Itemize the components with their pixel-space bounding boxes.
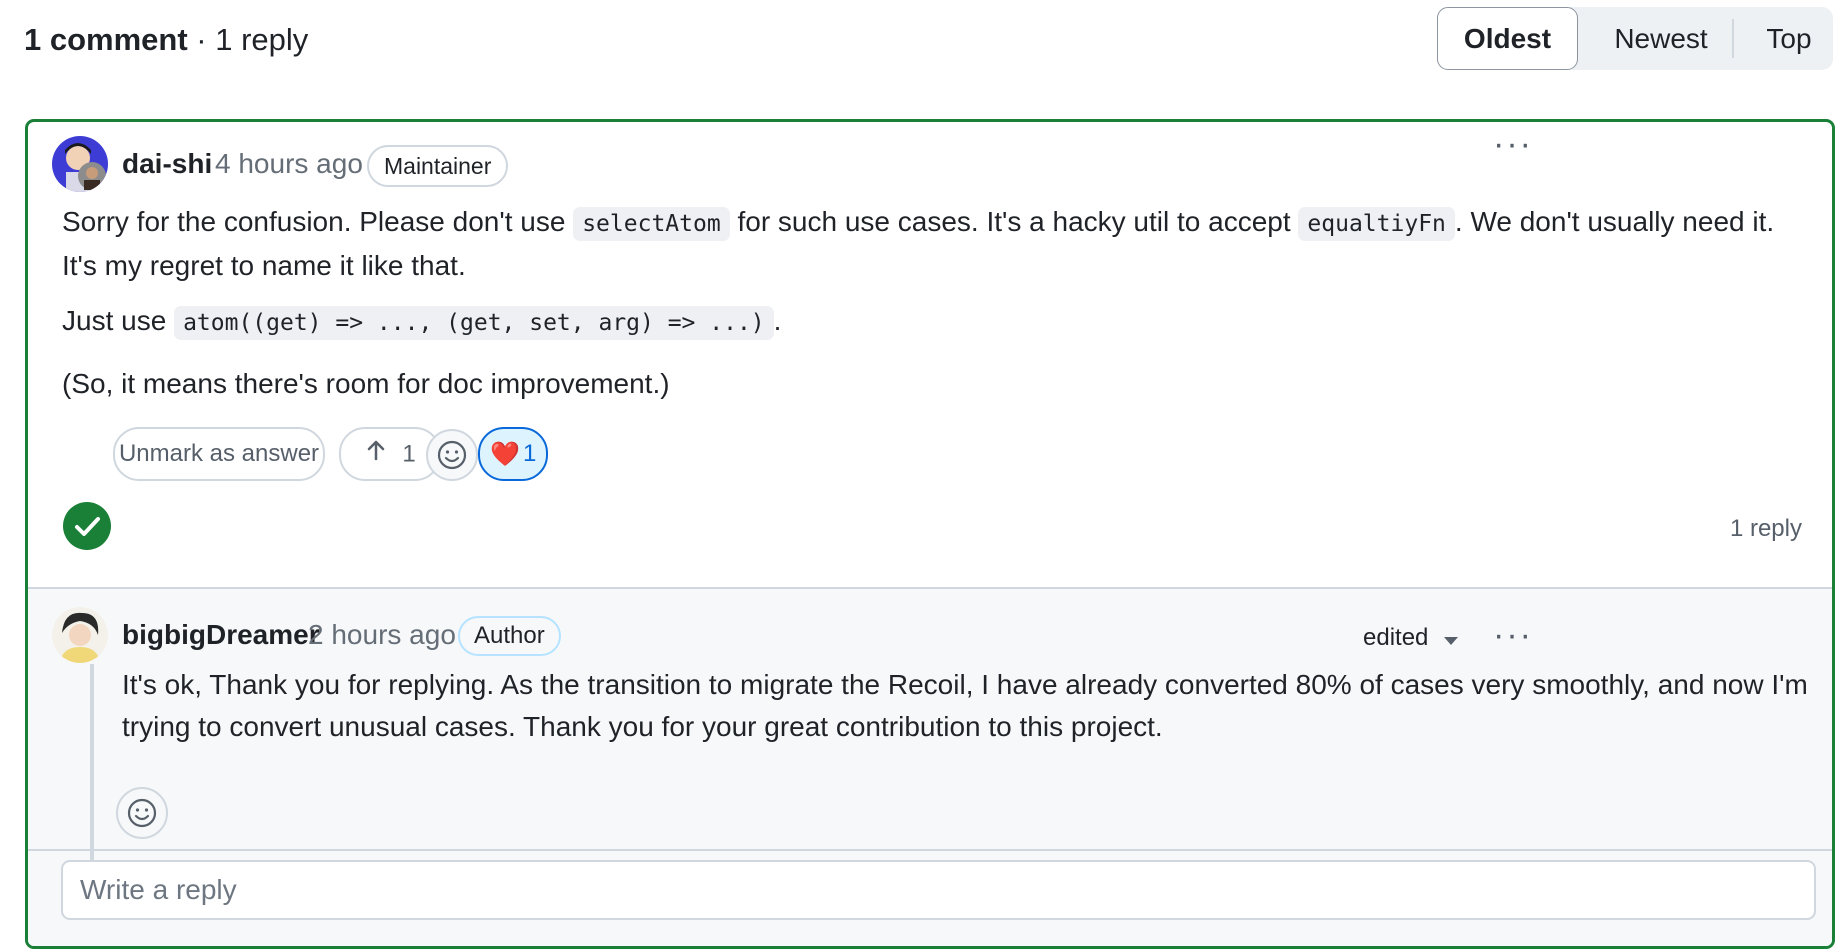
count-separator: ·: [187, 22, 216, 57]
comment-text: Just use: [62, 305, 175, 336]
reply-body: It's ok, Thank you for replying. As the …: [122, 669, 1808, 742]
comment-paragraph-3: (So, it means there's room for doc impro…: [62, 368, 670, 399]
comment-paragraph-1: Sorry for the confusion. Please don't us…: [62, 201, 1782, 287]
comment-text: for such use cases. It's a hacky util to…: [729, 206, 1299, 237]
upvote-count: 1: [402, 440, 416, 468]
thread-line: [90, 664, 94, 869]
sort-newest-button[interactable]: Newest: [1577, 7, 1745, 70]
edited-label: edited: [1363, 624, 1429, 651]
reply-box-divider: [28, 849, 1832, 851]
reply-more-menu-icon[interactable]: ···: [1493, 618, 1533, 652]
comment-text: Sorry for the confusion. Please don't us…: [62, 206, 574, 237]
arrow-up-icon: [364, 430, 388, 480]
reply-timestamp[interactable]: 2 hours ago: [308, 617, 456, 653]
comment-timestamp[interactable]: 4 hours ago: [215, 146, 363, 182]
comment-paragraph-2: Just use atom((get) => ..., (get, set, a…: [62, 300, 1782, 344]
avatar-dai-shi[interactable]: [52, 136, 108, 192]
answer-comment-box: dai-shi 4 hours ago Maintainer ··· Sorry…: [25, 119, 1835, 949]
comment-count-header: 1 comment · 1 reply: [24, 20, 308, 60]
sort-oldest-button[interactable]: Oldest: [1437, 7, 1578, 70]
reply-count: 1 reply: [215, 22, 309, 57]
heart-count: 1: [523, 440, 537, 467]
inline-code-atom: atom((get) => ..., (get, set, arg) => ..…: [174, 306, 774, 340]
inline-code-selectatom: selectAtom: [573, 207, 730, 241]
answer-check-icon: [63, 502, 111, 550]
reply-author[interactable]: bigbigDreamer: [122, 617, 320, 653]
add-reaction-button[interactable]: [426, 429, 478, 481]
sort-segmented-control: Oldest Newest Top: [1437, 7, 1833, 70]
sort-divider: [1732, 19, 1734, 58]
heart-icon: ❤️: [490, 441, 520, 468]
discussion-comments: 1 comment · 1 reply Oldest Newest Top da…: [0, 0, 1836, 950]
edited-dropdown[interactable]: edited: [1363, 624, 1459, 653]
smiley-icon: [437, 440, 467, 470]
comment-more-menu-icon[interactable]: ···: [1493, 127, 1533, 161]
heart-reaction-button[interactable]: ❤️ 1: [478, 427, 548, 481]
sort-top-button[interactable]: Top: [1745, 7, 1833, 70]
maintainer-badge: Maintainer: [367, 145, 509, 187]
caret-down-icon: [1443, 625, 1459, 653]
comment-author[interactable]: dai-shi: [122, 146, 212, 182]
avatar-bigbigdreamer[interactable]: [52, 607, 108, 663]
write-reply-input[interactable]: Write a reply: [61, 860, 1816, 920]
reply-add-reaction-button[interactable]: [116, 787, 168, 839]
smiley-icon: [127, 798, 157, 828]
comment-text: .: [773, 305, 782, 336]
unmark-as-answer-button[interactable]: Unmark as answer: [113, 427, 325, 481]
inline-code-equalityfn: equaltiyFn: [1298, 207, 1455, 241]
author-badge: Author: [458, 616, 561, 656]
comment-count: 1 comment: [24, 22, 188, 57]
reply-count-label[interactable]: 1 reply: [1730, 515, 1802, 543]
